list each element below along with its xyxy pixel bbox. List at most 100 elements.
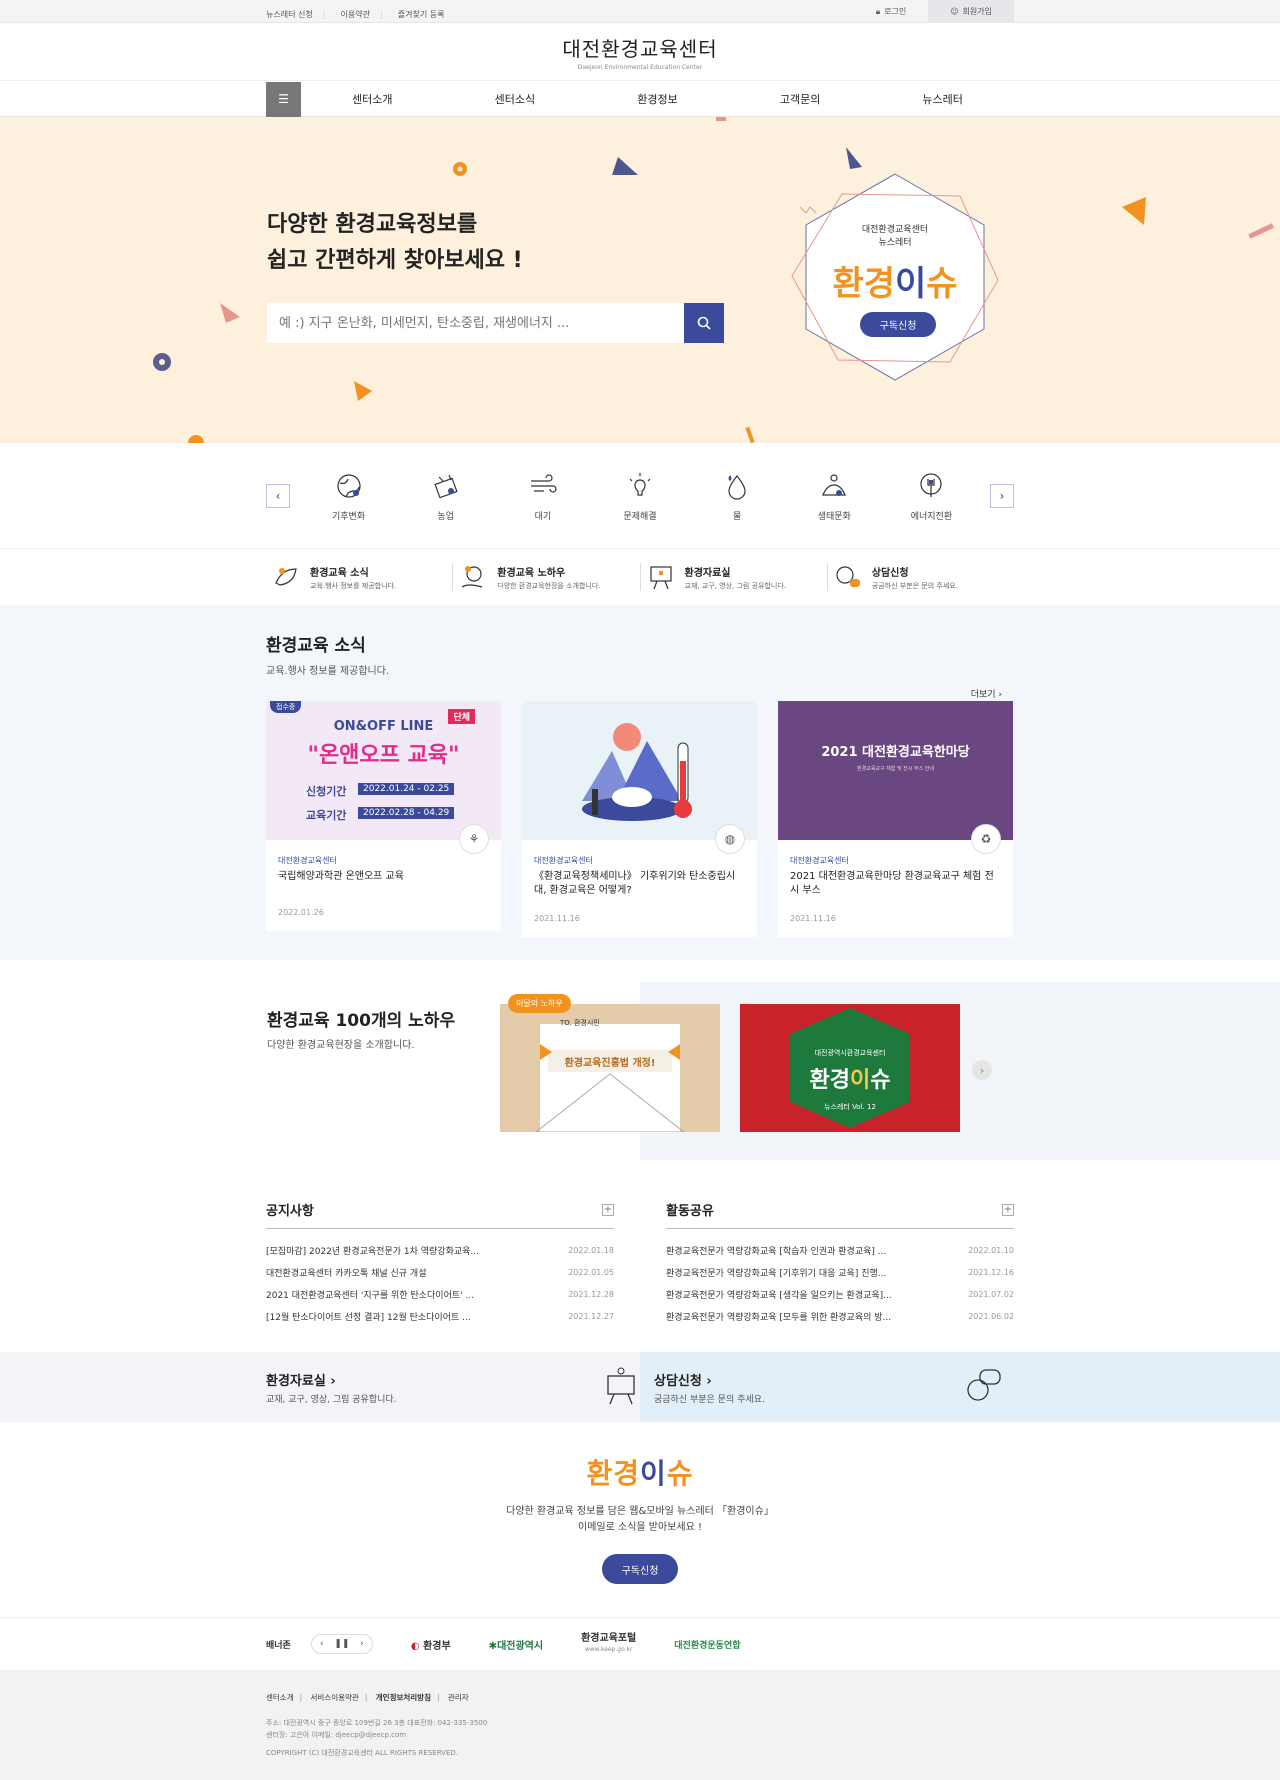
month-badge: 이달의 노하우 xyxy=(508,994,571,1013)
news-card[interactable]: 접수중 단체 ON&OFF LINE "온앤오프 교육" 신청기간 2022.0… xyxy=(266,701,501,931)
quick-link-library[interactable]: 환경자료실 교재, 교구, 영상, 그림 공유합니다. xyxy=(641,563,828,591)
footer-link-about[interactable]: 센터소개 xyxy=(266,1693,294,1702)
board-title: 공지사항 xyxy=(266,1204,314,1219)
category-agriculture[interactable]: 농업 xyxy=(416,471,476,522)
search-button[interactable] xyxy=(684,303,724,343)
banner-zone: 배너존 ‹ ❚❚ › ◐ 환경부 ✱대전광역시 환경교육포털 www.keep.g… xyxy=(0,1618,1280,1670)
news-card[interactable]: 2021 대전환경교육한마당 환경교육교구 체험 및 전시 부스 안내 ♻ 대전… xyxy=(778,701,1013,937)
badge-caption: 대전환경교육센터 뉴스레터 xyxy=(861,225,929,248)
category-energy[interactable]: 에너지전환 xyxy=(901,471,961,522)
site-header: 대전환경교육센터 Daejeon Environmental Education… xyxy=(0,23,1280,81)
banner-daejeon-kfem[interactable]: 대전환경운동연합 xyxy=(674,1638,740,1651)
consult-banner[interactable]: 상담신청 › 궁금하신 부분은 문의 주세요. xyxy=(640,1352,1280,1422)
list-item[interactable]: 환경교육전문가 역량강화교육 [기후위기 대응 교육] 진행... 2021.12… xyxy=(666,1261,1014,1283)
section-title: 환경교육 소식 xyxy=(266,636,366,656)
globe-hand-icon xyxy=(461,566,483,588)
list-item[interactable]: 환경교육전문가 역량강화교육 [생각을 일으키는 환경교육]... 2021.07… xyxy=(666,1283,1014,1305)
list-item[interactable]: 환경교육전문가 역량강화교육 [학습자 인권과 환경교육] ... 2022.01… xyxy=(666,1239,1014,1261)
taegeuk-icon: ◐ xyxy=(410,1640,420,1652)
terms-link[interactable]: 이용약관 xyxy=(341,10,370,19)
water-drop-icon xyxy=(728,474,746,500)
site-logo-subtitle: Daejeon Environmental Education Center xyxy=(577,64,703,71)
quick-link-knowhow[interactable]: 환경교육 노하우 다양한 환경교육현장을 소개합니다. xyxy=(453,563,641,591)
footer-link-privacy[interactable]: 개인정보처리방침 xyxy=(376,1693,431,1702)
banner-prev-button[interactable]: ‹ xyxy=(312,1635,332,1653)
quick-links: 환경교육 소식 교육.행사 정보를 제공합니다. 환경교육 노하우 다양한 환경교육… xyxy=(0,549,1280,605)
card-title: 《환경교육정책세미나》 기후위기와 탄소중립시대, 환경교육은 어떻게? xyxy=(534,871,736,896)
boards-section: 공지사항 + [모집마감] 2022년 환경교육전문가 1차 역량강화교육... 2… xyxy=(0,1160,1280,1352)
category-ecoculture[interactable]: 생태문화 xyxy=(804,471,864,522)
nav-item-newsletter[interactable]: 뉴스레터 xyxy=(871,91,1014,107)
category-water[interactable]: 물 xyxy=(707,471,767,522)
hero-subscribe-button[interactable]: 구독신청 xyxy=(860,312,936,337)
nav-item-info[interactable]: 환경정보 xyxy=(586,91,729,107)
knowhow-card[interactable]: 대전광역시환경교육센터 환경이슈 뉴스레터 Vol. 12 xyxy=(740,1004,960,1132)
login-button[interactable]: 🔒︎ 로그인 xyxy=(854,0,928,23)
banner-next-button[interactable]: › xyxy=(352,1635,372,1653)
hamburger-icon: ☰ xyxy=(278,92,289,106)
plus-icon[interactable]: + xyxy=(1002,1203,1014,1216)
list-item[interactable]: 환경교육전문가 역량강화교육 [모두를 위한 환경교육의 방... 2021.06… xyxy=(666,1305,1014,1327)
nav-item-news[interactable]: 센터소식 xyxy=(444,91,587,107)
site-logo[interactable]: 대전환경교육센터 xyxy=(0,33,1280,62)
library-banner[interactable]: 환경자료실 › 교재, 교구, 영상, 그림 공유합니다. xyxy=(0,1352,640,1422)
footer-links: 센터소개 | 서비스이용약관 | 개인정보처리방침 | 관리자 xyxy=(266,1693,469,1702)
easel-board-icon xyxy=(649,566,672,590)
list-item[interactable]: [12월 탄소다이어트 선정 결과] 12월 탄소다이어트 ... 2021.12… xyxy=(266,1305,614,1327)
knowhow-card[interactable]: TO. 환경시민 환경교육진흥법 개정! xyxy=(500,1004,720,1132)
chevron-right-icon: › xyxy=(979,1063,985,1077)
subscribe-button[interactable]: 구독신청 xyxy=(602,1554,678,1584)
banner-ministry-env[interactable]: ◐ 환경부 xyxy=(411,1637,451,1652)
join-button[interactable]: ☺︎ 회원가입 xyxy=(928,0,1014,23)
twin-banners: 환경자료실 › 교재, 교구, 영상, 그림 공유합니다. 상담신청 › 궁금하… xyxy=(0,1352,1280,1422)
banner-controls: ‹ ❚❚ › xyxy=(310,1634,373,1654)
category-air[interactable]: 대기 xyxy=(513,471,573,522)
card-tag: 접수중 xyxy=(270,701,302,713)
notice-board: 공지사항 + [모집마감] 2022년 환경교육전문가 1차 역량강화교육... 2… xyxy=(266,1200,614,1327)
list-item[interactable]: [모집마감] 2022년 환경교육전문가 1차 역량강화교육... 2022.01… xyxy=(266,1239,614,1261)
banner-pause-button[interactable]: ❚❚ xyxy=(332,1635,352,1653)
category-carousel: ‹ 기후변화 농업 대기 문제해결 물 생태문화 에너지전환 › xyxy=(0,443,1280,549)
quick-link-consult[interactable]: 상담신청 궁금하신 부분은 문의 주세요. xyxy=(828,563,1014,591)
menu-toggle-button[interactable]: ☰ xyxy=(266,81,301,117)
hero-heading: 다양한 환경교육정보를 쉽고 간편하게 찾아보세요 ! xyxy=(267,212,523,273)
education-news-section: 환경교육 소식 교육.행사 정보를 제공합니다. 더보기 › 접수중 단체 ON… xyxy=(0,605,1280,960)
climate-illustration xyxy=(582,723,692,821)
section-description: 다양한 환경교육현장을 소개합니다. xyxy=(267,1040,415,1051)
section-title: 환경교육 100개의 노하우 xyxy=(267,1011,456,1031)
nav-item-contact[interactable]: 고객문의 xyxy=(729,91,872,107)
banner-portal[interactable]: 환경교육포털 www.keep.go.kr xyxy=(581,1633,636,1655)
plus-icon[interactable]: + xyxy=(602,1203,614,1216)
newsletter-signup-link[interactable]: 뉴스레터 신청 xyxy=(266,10,313,19)
decorative-shapes xyxy=(153,117,1274,443)
footer-info: 주소: 대전광역시 중구 중앙로 109번길 26 3층 대표전화: 042-3… xyxy=(266,1719,488,1757)
farm-icon xyxy=(434,474,458,498)
category-prev-button[interactable]: ‹ xyxy=(266,484,290,508)
more-link[interactable]: 더보기 › xyxy=(971,687,1002,700)
footer-link-terms[interactable]: 서비스이용약관 xyxy=(311,1693,359,1702)
news-card[interactable]: ◍ 대전환경교육센터 《환경교육정책세미나》 기후위기와 탄소중립시대, 환경교… xyxy=(522,701,757,937)
wind-icon xyxy=(530,473,557,493)
farm-icon: ⚘ xyxy=(459,824,489,854)
category-climate[interactable]: 기후변화 xyxy=(319,471,379,522)
newsletter-badge: 대전환경교육센터 뉴스레터 환경이슈 구독신청 xyxy=(790,172,1000,382)
chevron-right-icon: › xyxy=(999,489,1005,503)
search-input[interactable] xyxy=(267,303,684,343)
nav-item-about[interactable]: 센터소개 xyxy=(301,91,444,107)
category-problem-solving[interactable]: 문제해결 xyxy=(610,471,670,522)
list-item[interactable]: 2021 대전환경교육센터 '지구를 위한 탄소다이어트' ... 2021.12… xyxy=(266,1283,614,1305)
footer-link-admin[interactable]: 관리자 xyxy=(448,1693,469,1702)
quick-link-news[interactable]: 환경교육 소식 교육.행사 정보를 제공합니다. xyxy=(266,563,454,591)
category-next-button[interactable]: › xyxy=(990,484,1014,508)
lightbulb-icon xyxy=(629,472,651,496)
energy-icon xyxy=(920,472,943,497)
knowhow-next-button[interactable]: › xyxy=(972,1060,992,1080)
badge-brand: 환경이슈 xyxy=(832,264,958,304)
bookmark-link[interactable]: 즐겨찾기 등록 xyxy=(398,10,445,19)
search-bar xyxy=(267,303,724,343)
banner-daejeon-city[interactable]: ✱대전광역시 xyxy=(489,1637,543,1652)
chat-bubble-icon xyxy=(836,566,860,587)
list-item[interactable]: 대전환경교육센터 카카오톡 채널 신규 개설 2022.01.05 xyxy=(266,1261,614,1283)
card-thumbnail: 접수중 단체 ON&OFF LINE "온앤오프 교육" 신청기간 2022.0… xyxy=(266,701,501,840)
knowhow-section: 환경교육 100개의 노하우 다양한 환경교육현장을 소개합니다. 이달의 노하… xyxy=(0,982,1280,1160)
